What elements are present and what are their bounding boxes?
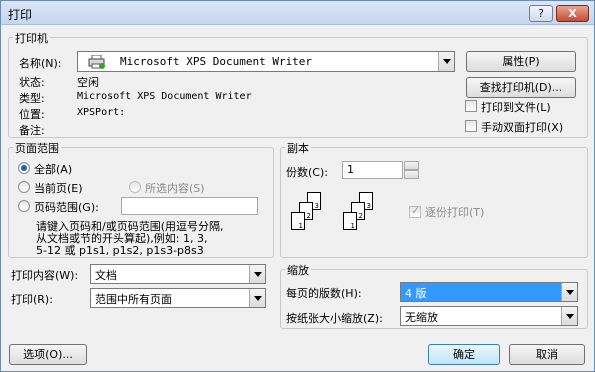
- range-help-line3: 5-12 或 p1s1, p1s2, p1s3-p8s3: [36, 244, 204, 257]
- range-all-radio[interactable]: [18, 162, 30, 174]
- range-all-label: 全部(A): [34, 163, 73, 176]
- printer-name-value: Microsoft XPS Document Writer: [120, 55, 313, 68]
- scale-label: 按纸张大小缩放(Z):: [286, 312, 383, 325]
- cancel-button[interactable]: 取消: [509, 344, 585, 365]
- chevron-down-icon[interactable]: [249, 265, 265, 283]
- range-selection-label: 所选内容(S): [145, 182, 205, 195]
- properties-button[interactable]: 属性(P): [466, 51, 576, 72]
- print-what-label: 打印内容(W):: [11, 269, 79, 282]
- printer-icon: [88, 54, 106, 72]
- status-value: 空闲: [77, 76, 99, 89]
- copies-count-value: 1: [347, 163, 354, 176]
- range-selection-radio[interactable]: [129, 181, 141, 193]
- chevron-down-icon[interactable]: [438, 52, 454, 71]
- page-range-input[interactable]: [121, 197, 258, 215]
- print-range-select[interactable]: 范围中所有页面: [90, 288, 266, 308]
- chevron-down-icon[interactable]: [561, 283, 577, 301]
- printer-name-select[interactable]: Microsoft XPS Document Writer: [77, 51, 455, 72]
- options-button[interactable]: 选项(O)...: [9, 344, 87, 365]
- copies-count-input[interactable]: 1: [342, 161, 403, 179]
- print-dialog: 打印 ? X 打印机 名称(N): Microsoft XPS Document…: [0, 0, 595, 372]
- window-title: 打印: [8, 8, 33, 22]
- printer-group-label: 打印机: [13, 30, 50, 46]
- collate-checkbox[interactable]: [409, 204, 421, 218]
- find-printer-button[interactable]: 查找打印机(D)...: [466, 77, 576, 98]
- copies-count-label: 份数(C):: [286, 166, 328, 179]
- range-pages-label: 页码范围(G):: [34, 201, 99, 214]
- manual-duplex-label: 手动双面打印(X): [481, 121, 564, 134]
- print-range-label: 打印(R):: [11, 293, 53, 306]
- copies-up-button[interactable]: [404, 161, 419, 170]
- manual-duplex-checkbox[interactable]: [465, 120, 477, 132]
- title-bar: 打印 ? X: [1, 1, 594, 25]
- chevron-down-icon[interactable]: [561, 307, 577, 325]
- print-what-value: 文档: [95, 269, 117, 282]
- pages-per-sheet-select[interactable]: 4 版: [400, 282, 578, 302]
- pages-per-sheet-label: 每页的版数(H):: [286, 287, 362, 300]
- printer-name-label: 名称(N):: [19, 57, 62, 70]
- range-current-label: 当前页(E): [34, 182, 83, 195]
- print-to-file-checkbox[interactable]: [465, 100, 477, 112]
- status-label: 状态:: [19, 76, 45, 89]
- chevron-down-icon[interactable]: [249, 289, 265, 307]
- range-pages-radio[interactable]: [18, 200, 30, 212]
- close-button[interactable]: X: [556, 5, 589, 22]
- collate-label: 逐份打印(T): [425, 206, 485, 219]
- ok-button[interactable]: 确定: [428, 344, 500, 365]
- where-value: XPSPort:: [77, 107, 126, 118]
- copies-group-label: 副本: [285, 140, 311, 156]
- comment-label: 备注:: [19, 124, 45, 137]
- type-value: Microsoft XPS Document Writer: [77, 91, 252, 102]
- copies-down-button[interactable]: [404, 170, 419, 179]
- where-label: 位置:: [19, 108, 45, 121]
- print-range-value: 范围中所有页面: [95, 293, 172, 306]
- print-what-select[interactable]: 文档: [90, 264, 266, 284]
- range-current-radio[interactable]: [18, 181, 30, 193]
- zoom-group-label: 缩放: [285, 262, 311, 278]
- print-to-file-label: 打印到文件(L): [481, 101, 551, 114]
- help-button[interactable]: ?: [529, 5, 553, 22]
- type-label: 类型:: [19, 92, 45, 105]
- scale-value: 无缩放: [405, 311, 438, 324]
- scale-select[interactable]: 无缩放: [400, 306, 578, 326]
- pages-per-sheet-value: 4 版: [405, 287, 427, 300]
- page-range-group-label: 页面范围: [13, 140, 61, 156]
